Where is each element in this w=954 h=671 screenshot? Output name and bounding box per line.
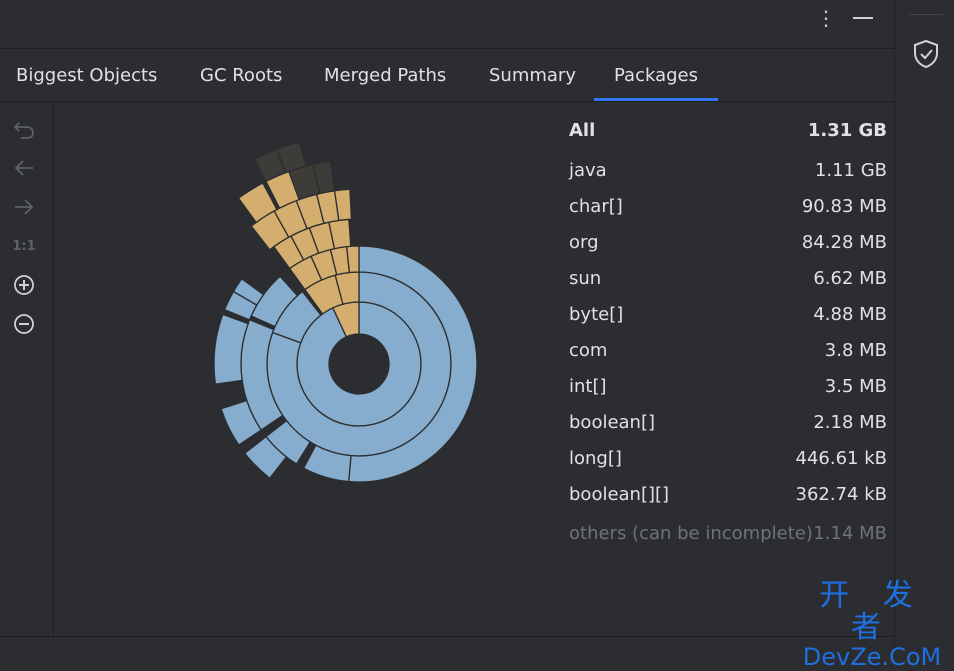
package-size: 1.14 MB <box>813 522 887 544</box>
package-size: 4.88 MB <box>813 303 887 325</box>
package-name: java <box>569 159 607 181</box>
package-name: sun <box>569 267 602 289</box>
package-name: boolean[][] <box>569 483 670 505</box>
minimize-icon[interactable] <box>853 17 873 19</box>
package-size: 3.5 MB <box>824 375 887 397</box>
package-row[interactable]: com 3.8 MB <box>569 335 887 365</box>
shield-check-icon[interactable] <box>911 38 941 70</box>
watermark-line2: DevZe.CoM <box>802 643 942 671</box>
package-row[interactable]: java 1.11 GB <box>569 155 887 185</box>
watermark-logo: 开 发 者 DevZe.CoM <box>796 580 948 671</box>
package-row-all[interactable]: All 1.31 GB <box>569 115 887 145</box>
package-size: 362.74 kB <box>795 483 887 505</box>
package-name: com <box>569 339 608 361</box>
package-name: byte[] <box>569 303 624 325</box>
tab-packages[interactable]: Packages <box>594 49 718 101</box>
package-size: 3.8 MB <box>824 339 887 361</box>
package-name: All <box>569 119 596 141</box>
zoom-in-icon[interactable] <box>10 271 38 299</box>
package-size: 84.28 MB <box>801 231 887 253</box>
arrow-left-icon[interactable] <box>10 154 38 182</box>
tab-merged-paths[interactable]: Merged Paths <box>324 49 446 101</box>
chart-toolbar: 1:1 <box>0 102 54 636</box>
sunburst-segments[interactable] <box>213 141 478 483</box>
package-row[interactable]: sun 6.62 MB <box>569 263 887 293</box>
package-name: boolean[] <box>569 411 656 433</box>
package-name: int[] <box>569 375 607 397</box>
package-name: others (can be incomplete) <box>569 522 813 544</box>
zoom-out-icon[interactable] <box>10 310 38 338</box>
sunburst-segment[interactable] <box>345 245 360 274</box>
bottom-divider <box>0 636 894 646</box>
undo-icon[interactable] <box>10 116 38 144</box>
package-row[interactable]: byte[] 4.88 MB <box>569 299 887 329</box>
watermark-line1: 开 发 者 <box>819 578 925 645</box>
package-name: char[] <box>569 195 623 217</box>
reset-zoom-button[interactable]: 1:1 <box>10 232 38 260</box>
package-size: 6.62 MB <box>813 267 887 289</box>
package-row-others[interactable]: others (can be incomplete) 1.14 MB <box>569 518 887 548</box>
package-row[interactable]: org 84.28 MB <box>569 227 887 257</box>
package-row[interactable]: boolean[] 2.18 MB <box>569 407 887 437</box>
tab-gc-roots[interactable]: GC Roots <box>200 49 282 101</box>
tab-bar: Biggest Objects GC Roots Merged Paths Su… <box>0 48 894 102</box>
package-name: long[] <box>569 447 622 469</box>
package-row[interactable]: long[] 446.61 kB <box>569 443 887 473</box>
right-tool-strip <box>894 0 954 646</box>
package-name: org <box>569 231 599 253</box>
package-row[interactable]: boolean[][] 362.74 kB <box>569 479 887 509</box>
window-titlebar: ⋮ <box>0 0 894 48</box>
package-size: 1.11 GB <box>814 159 887 181</box>
package-row[interactable]: int[] 3.5 MB <box>569 371 887 401</box>
package-row[interactable]: char[] 90.83 MB <box>569 191 887 221</box>
strip-divider <box>909 14 943 15</box>
package-size: 90.83 MB <box>801 195 887 217</box>
more-vertical-icon[interactable]: ⋮ <box>816 6 836 30</box>
tab-biggest-objects[interactable]: Biggest Objects <box>16 49 157 101</box>
tab-summary[interactable]: Summary <box>489 49 576 101</box>
package-size: 446.61 kB <box>795 447 887 469</box>
sunburst-chart[interactable] <box>154 132 484 502</box>
package-size: 2.18 MB <box>813 411 887 433</box>
arrow-right-icon[interactable] <box>10 193 38 221</box>
package-size: 1.31 GB <box>807 119 887 141</box>
